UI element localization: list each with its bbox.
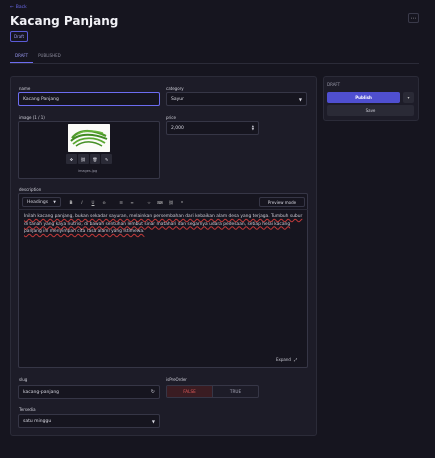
tab-draft[interactable]: DRAFT xyxy=(10,50,34,63)
ispreorder-label: isPreOrder xyxy=(166,377,187,382)
image-actions: ✥ ⛓ 🗑 ✎ xyxy=(66,154,112,164)
image-label: image (1 / 1) xyxy=(19,115,45,120)
bold-icon[interactable]: B xyxy=(67,198,75,206)
category-label: category xyxy=(166,86,184,91)
stepper-icon[interactable]: ▲ ▼ xyxy=(252,125,254,131)
move-icon[interactable]: ✥ xyxy=(66,154,77,164)
preview-mode-button[interactable]: Preview mode xyxy=(259,197,305,207)
price-label: price xyxy=(166,115,176,120)
save-button[interactable]: Save xyxy=(327,105,414,116)
publish-options-button[interactable]: ▾ xyxy=(403,92,414,103)
link-icon[interactable]: ⛓ xyxy=(167,198,175,206)
ispreorder-toggle: FALSE TRUE xyxy=(166,385,259,398)
product-image[interactable] xyxy=(68,124,110,152)
expand-label: Expand xyxy=(276,357,291,362)
trash-icon[interactable]: 🗑 xyxy=(89,154,101,164)
tersedia-label: Tersedia xyxy=(19,407,36,412)
price-input[interactable]: 2,000 ▲ ▼ xyxy=(166,121,259,135)
headings-select[interactable]: Headings ▼ xyxy=(22,197,61,207)
bullet-list-icon[interactable]: ☰ xyxy=(117,198,125,206)
tab-bar: DRAFT PUBLISHED xyxy=(10,50,419,64)
publish-button[interactable]: Publish xyxy=(327,92,400,103)
editor-toolbar: B I U ⊖ ☰ ≡ ‹› ⌨ ⛓ ❝ xyxy=(67,198,186,206)
code-block-icon[interactable]: ⌨ xyxy=(156,198,164,206)
arrow-left-icon: ← xyxy=(10,5,14,10)
tab-published[interactable]: PUBLISHED xyxy=(33,50,66,63)
edit-icon[interactable]: ✎ xyxy=(101,154,112,164)
underline-icon[interactable]: U xyxy=(89,198,97,206)
chevron-down-icon: ▼ xyxy=(53,200,56,204)
image-filename: images.jpg xyxy=(78,169,98,173)
description-label: description xyxy=(19,187,42,192)
name-label: name xyxy=(19,86,31,91)
true-option[interactable]: TRUE xyxy=(213,386,258,397)
tersedia-value: satu minggu xyxy=(23,418,52,424)
chevron-down-icon: ▼ xyxy=(298,96,302,102)
expand-button[interactable]: Expand ⤢ xyxy=(276,357,297,362)
toolbar-divider xyxy=(18,209,308,210)
chevron-down-icon: ▼ xyxy=(151,418,155,424)
name-input[interactable]: Kacang Panjang xyxy=(18,92,160,106)
tersedia-select[interactable]: satu minggu ▼ xyxy=(18,414,160,428)
italic-icon[interactable]: I xyxy=(78,198,86,206)
link-icon[interactable]: ⛓ xyxy=(77,154,89,164)
description-text[interactable]: Inilah kacang panjang, bukan sekadar say… xyxy=(24,213,304,236)
page-title: Kacang Panjang xyxy=(10,14,119,28)
slug-value: kacang-panjang xyxy=(23,389,60,395)
ellipsis-icon: ⋯ xyxy=(410,14,417,22)
slug-label: slug xyxy=(19,377,28,382)
refresh-icon[interactable]: ↻ xyxy=(151,389,155,395)
false-option[interactable]: FALSE xyxy=(167,386,213,397)
numbered-list-icon[interactable]: ≡ xyxy=(128,198,136,206)
expand-icon: ⤢ xyxy=(293,357,298,362)
quote-icon[interactable]: ❝ xyxy=(178,198,186,206)
code-icon[interactable]: ‹› xyxy=(145,198,153,206)
price-value: 2,000 xyxy=(171,125,184,131)
back-link[interactable]: ← Back xyxy=(10,5,27,10)
category-value: Sayur xyxy=(171,96,184,102)
state-label: DRAFT xyxy=(327,82,341,87)
headings-label: Headings xyxy=(27,199,49,205)
slug-input[interactable]: kacang-panjang ↻ xyxy=(18,385,160,399)
category-select[interactable]: Sayur ▼ xyxy=(166,92,307,106)
status-badge: Draft xyxy=(10,31,29,42)
back-label: Back xyxy=(15,5,27,10)
green-beans-image xyxy=(68,124,110,152)
chevron-down-icon: ▾ xyxy=(407,95,410,100)
strikethrough-icon[interactable]: ⊖ xyxy=(100,198,108,206)
more-options-button[interactable]: ⋯ xyxy=(408,13,419,23)
